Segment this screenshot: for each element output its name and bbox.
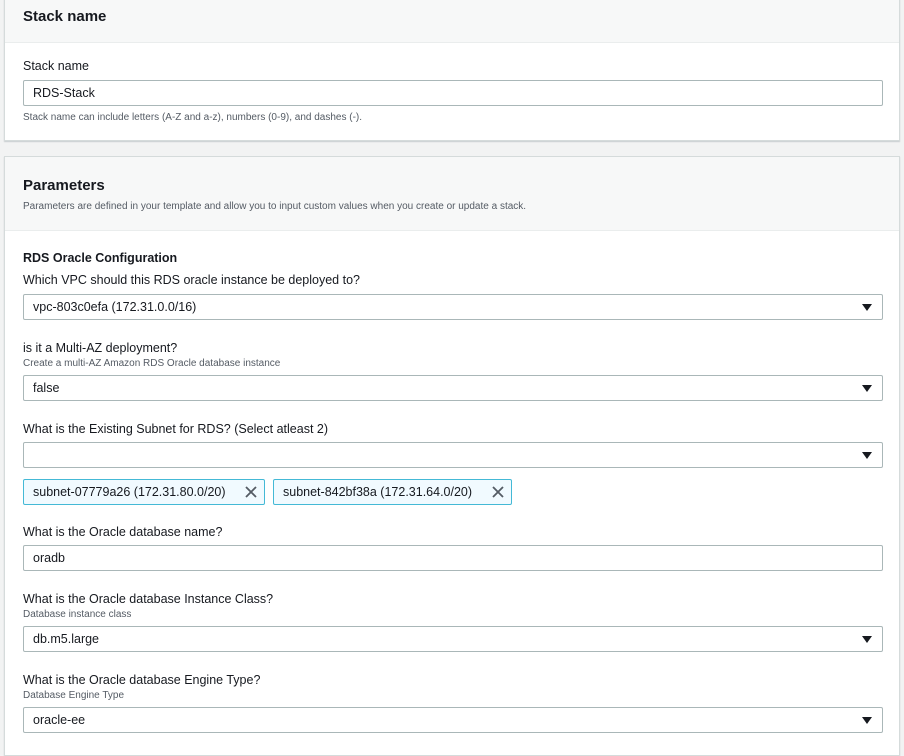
db-name-label: What is the Oracle database name?: [23, 525, 223, 539]
parameters-panel: Parameters Parameters are defined in you…: [4, 156, 900, 756]
engine-type-hint: Database Engine Type: [23, 690, 125, 701]
vpc-select[interactable]: vpc-803c0efa (172.31.0.0/16): [23, 294, 883, 320]
subnet-token-label: subnet-842bf38a (172.31.64.0/20): [283, 485, 473, 499]
parameters-description: Parameters are defined in your template …: [23, 201, 527, 212]
engine-type-label: What is the Oracle database Engine Type?: [23, 673, 261, 687]
engine-type-select-value: oracle-ee: [33, 713, 86, 727]
multi-az-select[interactable]: false: [23, 375, 883, 401]
close-icon[interactable]: [491, 485, 505, 499]
parameters-panel-header: Parameters Parameters are defined in you…: [5, 157, 899, 231]
caret-down-icon: [862, 452, 872, 459]
instance-class-hint: Database instance class: [23, 609, 132, 620]
caret-down-icon: [862, 385, 872, 392]
instance-class-select-value: db.m5.large: [33, 632, 100, 646]
parameters-title: Parameters: [23, 177, 105, 194]
subnet-multiselect[interactable]: [23, 442, 883, 468]
caret-down-icon: [862, 304, 872, 311]
close-icon[interactable]: [244, 485, 258, 499]
caret-down-icon: [862, 636, 872, 643]
vpc-select-value: vpc-803c0efa (172.31.0.0/16): [33, 300, 197, 314]
stack-name-panel: Stack name Stack name RDS-Stack Stack na…: [4, 0, 900, 141]
db-name-input[interactable]: oradb: [23, 545, 883, 571]
instance-class-select[interactable]: db.m5.large: [23, 626, 883, 652]
subnet-label: What is the Existing Subnet for RDS? (Se…: [23, 422, 328, 436]
engine-type-select[interactable]: oracle-ee: [23, 707, 883, 733]
vpc-label: Which VPC should this RDS oracle instanc…: [23, 273, 360, 287]
rds-config-group-title: RDS Oracle Configuration: [23, 251, 178, 265]
stack-name-panel-header: Stack name: [5, 0, 899, 43]
subnet-token-label: subnet-07779a26 (172.31.80.0/20): [33, 485, 226, 499]
multi-az-hint: Create a multi-AZ Amazon RDS Oracle data…: [23, 358, 281, 369]
subnet-token-2: subnet-842bf38a (172.31.64.0/20): [273, 479, 512, 505]
stack-name-input[interactable]: RDS-Stack: [23, 80, 883, 106]
instance-class-label: What is the Oracle database Instance Cla…: [23, 592, 274, 606]
caret-down-icon: [862, 717, 872, 724]
stack-name-hint: Stack name can include letters (A-Z and …: [23, 112, 363, 123]
stack-name-label: Stack name: [23, 59, 90, 73]
subnet-token-1: subnet-07779a26 (172.31.80.0/20): [23, 479, 265, 505]
multi-az-label: is it a Multi-AZ deployment?: [23, 341, 178, 355]
multi-az-select-value: false: [33, 381, 60, 395]
stack-name-title: Stack name: [23, 8, 107, 25]
